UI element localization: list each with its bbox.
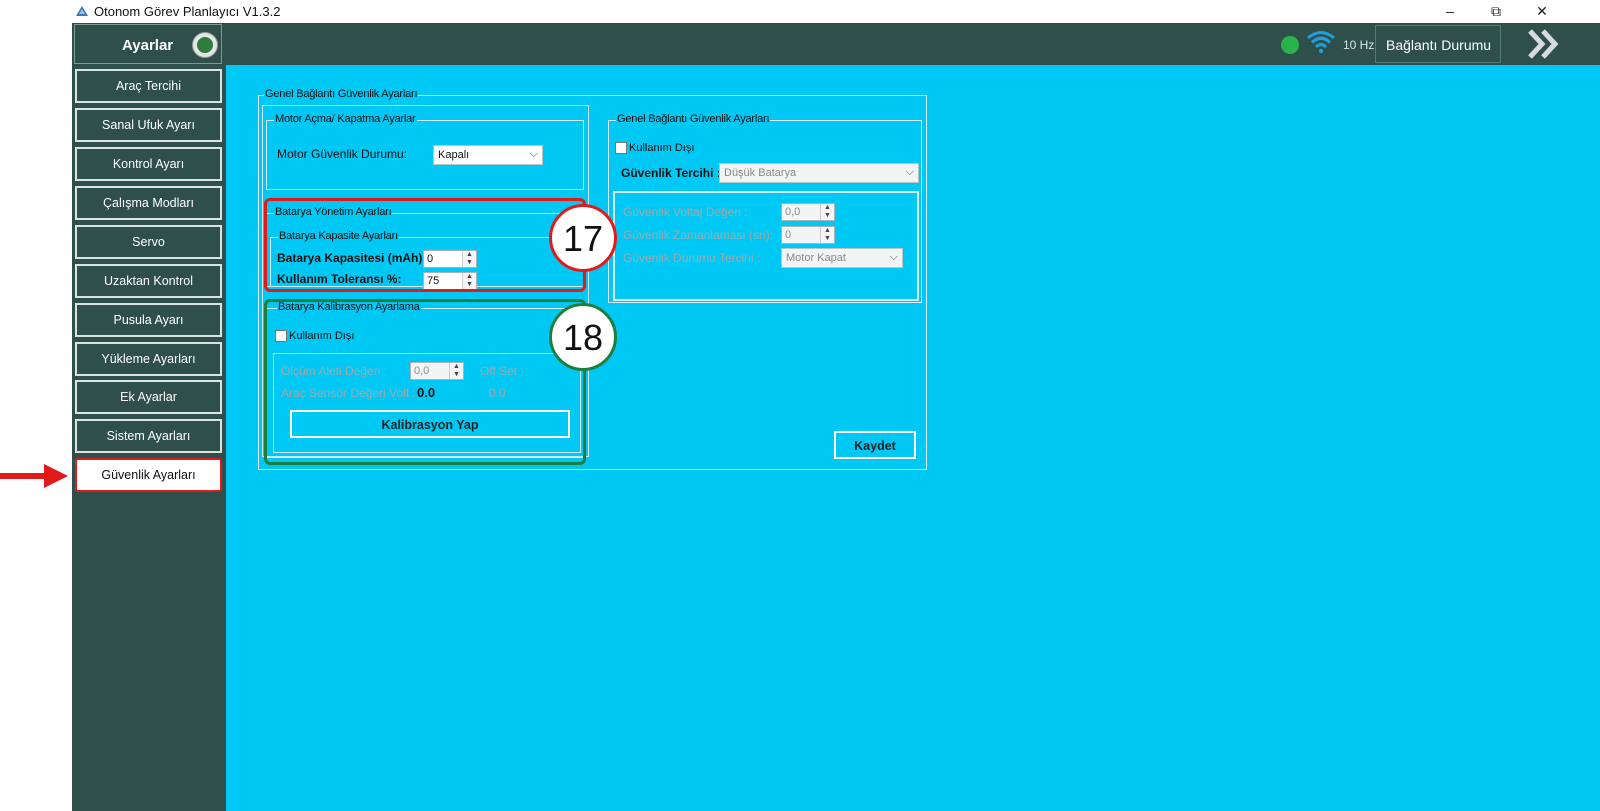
callout-17: 17: [549, 204, 617, 272]
connection-status-label: Bağlantı Durumu: [1386, 37, 1492, 53]
calibration-highlight-box: [264, 299, 586, 465]
security-timing-label: Güvenlik Zamanlaması (sn):: [623, 228, 774, 242]
motor-legend: Motor Açma/ Kapatma Ayarlar: [274, 113, 417, 125]
connection-disabled-label: Kullanım Dışı: [629, 142, 695, 154]
security-voltage-label: Güvenlik Voltaj Değeri :: [623, 205, 748, 219]
callout-18: 18: [549, 303, 617, 371]
connection-disabled-checkbox[interactable]: [615, 142, 627, 154]
spinner-arrows-icon[interactable]: ▲ ▼: [820, 204, 834, 220]
motor-safety-value: Kapalı: [438, 149, 470, 161]
sidebar-item-arac-tercihi[interactable]: Araç Tercihi: [75, 69, 222, 103]
header-bar: Ayarlar 10 Hz Bağlantı Durumu: [72, 23, 1600, 65]
connection-status-dot: [1281, 36, 1299, 54]
sidebar-item-sanal-ufuk[interactable]: Sanal Ufuk Ayarı: [75, 108, 222, 142]
motor-safety-label: Motor Güvenlik Durumu:: [277, 147, 408, 161]
security-voltage-value: 0,0: [785, 206, 801, 218]
security-pref-value: Düşük Batarya: [724, 167, 797, 179]
settings-section-header: Ayarlar: [74, 24, 222, 64]
minimize-button[interactable]: –: [1428, 0, 1472, 23]
main-content: Genel Bağlantı Güvenlik Ayarları Motor A…: [226, 65, 1600, 811]
double-chevron-right-icon[interactable]: [1527, 28, 1561, 60]
close-button[interactable]: ✕: [1520, 0, 1564, 23]
connection-status-button[interactable]: Bağlantı Durumu: [1375, 25, 1501, 63]
sidebar-item-pusula[interactable]: Pusula Ayarı: [75, 303, 222, 337]
sidebar-item-sistem[interactable]: Sistem Ayarları: [75, 419, 222, 453]
connection-inner-panel: Güvenlik Voltaj Değeri : 0,0 ▲ ▼ Güvenlik…: [613, 191, 919, 301]
security-timing-input[interactable]: 0 ▲ ▼: [781, 226, 835, 244]
globe-icon: [192, 32, 218, 58]
drone-icon: [76, 6, 88, 16]
sidebar-item-calisma-modlari[interactable]: Çalışma Modları: [75, 186, 222, 220]
sidebar-item-servo[interactable]: Servo: [75, 225, 222, 259]
security-state-value: Motor Kapat: [786, 252, 846, 264]
sidebar-item-ek-ayarlar[interactable]: Ek Ayarlar: [75, 380, 222, 414]
security-state-select[interactable]: Motor Kapat ⌵: [781, 248, 903, 268]
chevron-down-icon: ⌵: [529, 148, 538, 160]
save-button[interactable]: Kaydet: [834, 431, 916, 459]
connection-security-legend: Genel Bağlantı Güvenlik Ayarları: [616, 113, 771, 125]
security-voltage-input[interactable]: 0,0 ▲ ▼: [781, 203, 835, 221]
connection-security-group: Genel Bağlantı Güvenlik Ayarları Kullanı…: [608, 113, 922, 303]
security-pref-label: Güvenlik Tercihi :: [621, 166, 721, 180]
title-bar: Otonom Görev Planlayıcı V1.3.2 – ⧉ ✕: [72, 0, 1600, 23]
outer-security-legend: Genel Bağlantı Güvenlik Ayarları: [264, 88, 419, 100]
sidebar-item-uzaktan-kontrol[interactable]: Uzaktan Kontrol: [75, 264, 222, 298]
chevron-down-icon: ⌵: [889, 251, 898, 263]
settings-title: Ayarlar: [122, 37, 174, 54]
security-state-label: Güvenlik Durumu Tercihi :: [623, 251, 761, 265]
security-pref-select[interactable]: Düşük Batarya ⌵: [719, 163, 919, 183]
telemetry-rate: 10 Hz: [1343, 38, 1375, 52]
sidebar-item-yukleme[interactable]: Yükleme Ayarları: [75, 342, 222, 376]
sidebar-item-guvenlik[interactable]: Güvenlik Ayarları: [75, 458, 222, 492]
motor-safety-select[interactable]: Kapalı ⌵: [433, 145, 543, 165]
maximize-button[interactable]: ⧉: [1474, 0, 1518, 23]
chevron-down-icon: ⌵: [905, 166, 914, 178]
battery-highlight-box: [264, 198, 586, 292]
app-window: Otonom Görev Planlayıcı V1.3.2 – ⧉ ✕ Aya…: [0, 0, 1600, 811]
sidebar-item-kontrol[interactable]: Kontrol Ayarı: [75, 147, 222, 181]
security-timing-value: 0: [785, 229, 792, 241]
settings-sidebar: Araç Tercihi Sanal Ufuk Ayarı Kontrol Ay…: [72, 65, 226, 811]
spinner-arrows-icon[interactable]: ▲ ▼: [820, 227, 834, 243]
window-title: Otonom Görev Planlayıcı V1.3.2: [94, 4, 281, 19]
wifi-icon: [1307, 31, 1335, 54]
motor-group: Motor Açma/ Kapatma Ayarlar Motor Güvenl…: [266, 113, 584, 190]
arrow-right-icon: [0, 464, 68, 488]
